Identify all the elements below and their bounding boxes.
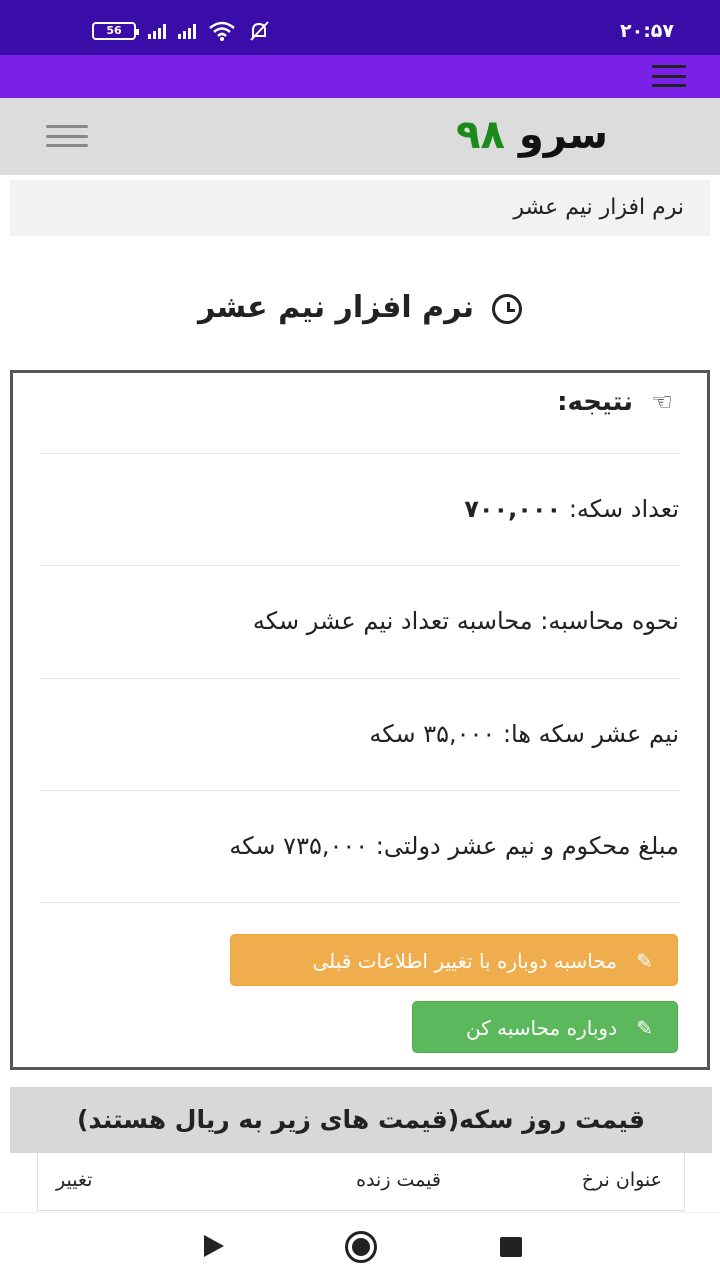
app-bar xyxy=(0,55,720,98)
android-nav-bar xyxy=(0,1212,720,1280)
recalculate-button[interactable]: ✎ دوباره محاسبه کن xyxy=(412,1001,678,1053)
row-value: محاسبه تعداد نیم عشر سکه xyxy=(252,607,533,635)
result-heading-text: نتیجه: xyxy=(557,387,633,417)
wifi-icon xyxy=(209,21,235,41)
row-label: نیم عشر سکه ها: xyxy=(502,720,679,748)
battery-level: 56 xyxy=(106,24,122,37)
recalculate-with-changes-button[interactable]: ✎ محاسبه دوباره با تغییر اطلاعات قبلی xyxy=(230,934,678,986)
row-value: ۳۵,۰۰۰ سکه xyxy=(369,720,496,748)
result-heading: ☜ نتیجه: xyxy=(557,387,677,417)
column-rate-title: عنوان نرخ xyxy=(581,1169,662,1191)
hand-pointing-icon: ☜ xyxy=(651,388,673,416)
clock-time: ۲۰:۵۷ xyxy=(620,20,674,42)
result-row-method: نحوه محاسبه: محاسبه تعداد نیم عشر سکه xyxy=(41,565,679,677)
clock-icon xyxy=(492,293,523,324)
button-label: دوباره محاسبه کن xyxy=(465,1016,617,1040)
result-row-half-tenth: نیم عشر سکه ها: ۳۵,۰۰۰ سکه xyxy=(41,678,679,790)
site-menu-icon[interactable] xyxy=(46,125,88,147)
breadcrumb: نرم افزار نیم عشر xyxy=(10,180,710,236)
row-label: مبلغ محکوم و نیم عشر دولتی: xyxy=(375,832,679,860)
battery-icon: 56 xyxy=(92,22,139,40)
recent-apps-icon[interactable] xyxy=(500,1237,522,1257)
button-label: محاسبه دوباره با تغییر اطلاعات قبلی xyxy=(312,949,617,973)
home-icon[interactable] xyxy=(345,1231,377,1263)
result-row-total: مبلغ محکوم و نیم عشر دولتی: ۷۳۵,۰۰۰ سکه xyxy=(41,790,679,902)
column-change: تغییر xyxy=(56,1169,93,1191)
pencil-icon: ✎ xyxy=(636,1016,653,1040)
column-live-price: قیمت زنده xyxy=(356,1169,441,1191)
logo-word: سرو xyxy=(518,112,608,158)
coin-price-table-header: عنوان نرخ قیمت زنده تغییر xyxy=(37,1153,685,1211)
row-label: نحوه محاسبه: xyxy=(540,607,679,635)
signal-icon xyxy=(148,23,166,39)
app-menu-icon[interactable] xyxy=(652,65,686,87)
row-label: تعداد سکه: xyxy=(568,495,679,523)
result-box: ☜ نتیجه: تعداد سکه: ۷۰۰,۰۰۰ نحوه محاسبه:… xyxy=(10,370,710,1070)
mute-bell-icon xyxy=(250,21,269,41)
status-icons: 56 xyxy=(92,20,270,42)
page-title: نرم افزار نیم عشر xyxy=(0,290,720,325)
pencil-icon: ✎ xyxy=(636,949,653,973)
page-title-text: نرم افزار نیم عشر xyxy=(197,290,475,325)
logo-number: ۹۸ xyxy=(456,112,505,158)
row-value: ۷۰۰,۰۰۰ xyxy=(464,495,562,523)
site-header: سرو ۹۸ xyxy=(0,98,720,175)
result-row-coin-count: تعداد سکه: ۷۰۰,۰۰۰ xyxy=(41,453,679,565)
signal-icon-2 xyxy=(178,23,196,39)
status-bar: 56 ۲۰:۵۷ xyxy=(0,0,720,55)
back-icon[interactable] xyxy=(204,1235,224,1257)
row-value: ۷۳۵,۰۰۰ سکه xyxy=(229,832,369,860)
divider xyxy=(41,902,679,903)
site-logo[interactable]: سرو ۹۸ xyxy=(456,112,608,158)
coin-price-heading: قیمت روز سکه(قیمت های زیر به ریال هستند) xyxy=(10,1087,712,1153)
